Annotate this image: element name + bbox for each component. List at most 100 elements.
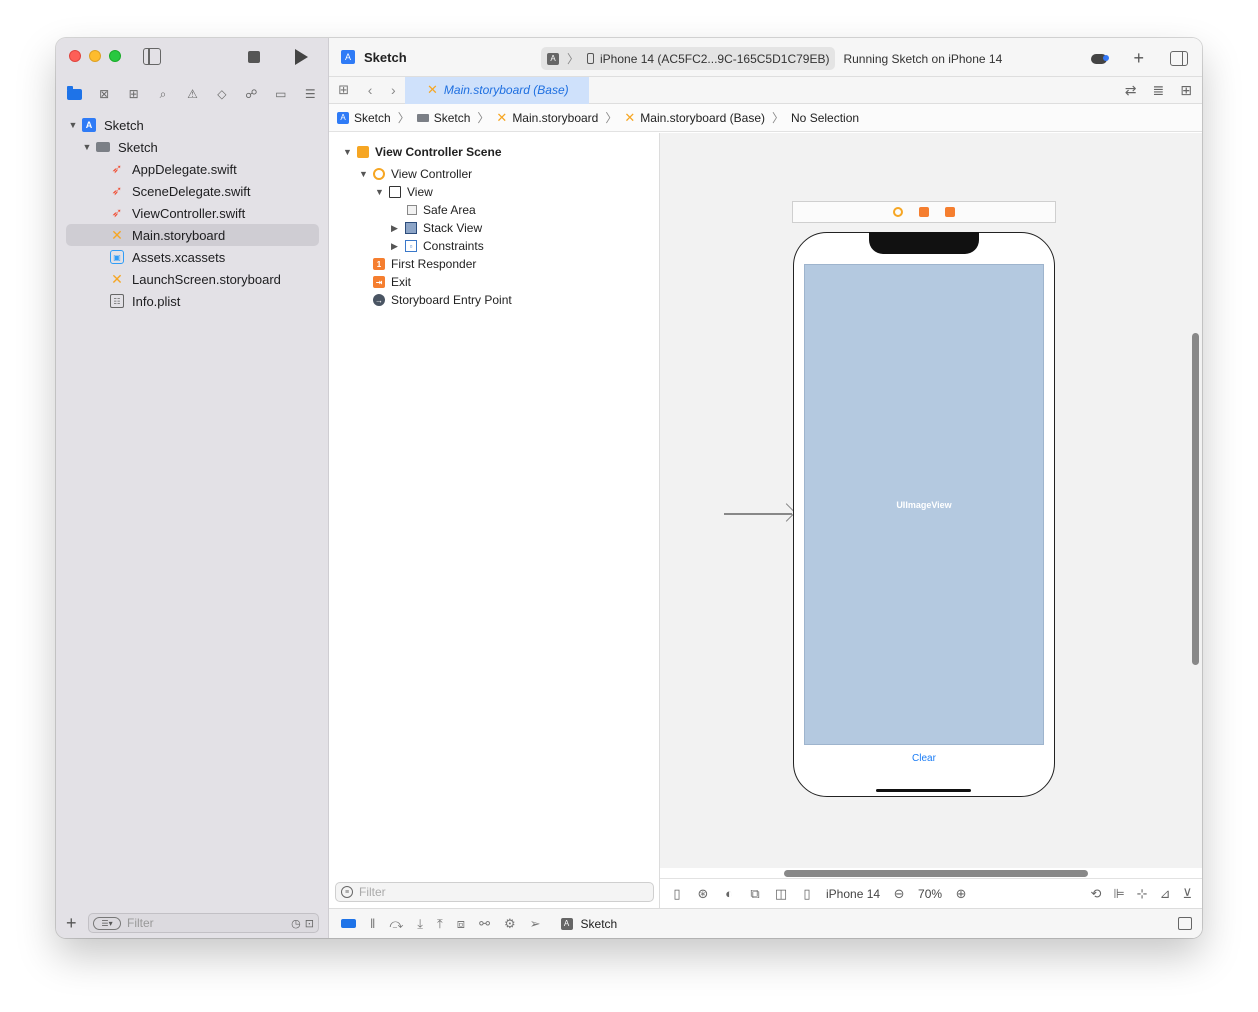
outline-label: View Controller (391, 167, 473, 181)
source-control-tab[interactable]: ⊠ (95, 86, 113, 102)
tree-item-file[interactable]: ☷ Info.plist (66, 290, 319, 312)
recent-files-icon[interactable]: ◷ (291, 917, 301, 930)
report-navigator-tab[interactable]: ☰ (301, 86, 319, 102)
cloud-status-icon[interactable] (1091, 53, 1110, 64)
view-controller-icon[interactable] (893, 207, 903, 217)
tree-item-file[interactable]: ✕ LaunchScreen.storyboard (66, 268, 319, 290)
first-responder-icon[interactable] (919, 207, 929, 217)
outline-item-first-responder[interactable]: 1 First Responder (373, 255, 476, 273)
chevron-down-icon[interactable]: ▼ (359, 169, 369, 179)
step-out-icon[interactable]: ⤒ (437, 916, 443, 932)
resolve-issues-icon[interactable]: ⊿ (1160, 886, 1171, 902)
chevron-right-icon[interactable]: ▶ (391, 223, 401, 234)
image-view-label: UIImageView (896, 499, 952, 510)
breadcrumb-item[interactable]: No Selection (791, 111, 859, 125)
image-view[interactable]: UIImageView (804, 264, 1044, 745)
related-items-icon[interactable]: ⊞ (338, 82, 349, 98)
breadcrumb-item[interactable]: A Sketch (337, 111, 391, 125)
step-into-icon[interactable]: ⤓ (417, 916, 423, 932)
outline-item-safe-area[interactable]: Safe Area (407, 201, 476, 219)
minimize-window-button[interactable] (89, 50, 101, 62)
close-window-button[interactable] (69, 50, 81, 62)
align-icon[interactable]: ⊫ (1113, 886, 1124, 902)
run-destination-label: iPhone 14 (AC5FC2...9C-165C5D1C79EB) (600, 51, 830, 66)
outline-item-stack-view[interactable]: ▶ Stack View (391, 219, 482, 237)
breadcrumb-item[interactable]: Sketch (416, 111, 470, 125)
clear-button[interactable]: Clear (794, 753, 1054, 764)
device-selector[interactable]: iPhone 14 (826, 887, 880, 901)
issue-navigator-tab[interactable]: ⚠ (183, 86, 201, 102)
debug-navigator-tab[interactable]: ☍ (242, 86, 260, 102)
outline-item-view-controller[interactable]: ▼ View Controller (359, 165, 472, 183)
test-navigator-tab[interactable]: ◇ (213, 86, 231, 102)
zoom-window-button[interactable] (109, 50, 121, 62)
tab-main-storyboard[interactable]: ✕ Main.storyboard (Base) (405, 76, 589, 104)
run-destination-button[interactable]: A 〉 iPhone 14 (AC5FC2...9C-165C5D1C79EB) (541, 47, 836, 70)
horizontal-scrollbar[interactable] (784, 870, 1088, 877)
chevron-down-icon[interactable]: ▼ (375, 187, 385, 197)
tree-item-file-selected[interactable]: ✕ Main.storyboard (66, 224, 319, 246)
breakpoint-navigator-tab[interactable]: ▭ (272, 86, 290, 102)
memory-graph-icon[interactable]: ⚯ (479, 916, 490, 932)
split-view-icon[interactable]: ◫ (774, 886, 788, 902)
orientation-icon[interactable]: ⧉ (748, 886, 762, 902)
outline-item-scene[interactable]: ▼ View Controller Scene (343, 143, 502, 161)
outline-filter-field[interactable]: ≡ Filter (335, 882, 654, 902)
outline-item-entry-point[interactable]: → Storyboard Entry Point (373, 291, 512, 309)
breakpoints-toggle-icon[interactable] (341, 919, 356, 928)
breadcrumb-item[interactable]: ✕ Main.storyboard (Base) (624, 110, 765, 126)
swap-icon[interactable]: ⇄ (1125, 82, 1137, 99)
breadcrumb-item[interactable]: ✕ Main.storyboard (496, 110, 598, 126)
split-editor-icon[interactable]: ⊞ (1180, 82, 1192, 99)
sidebar-toggle-icon[interactable] (143, 48, 161, 65)
storyboard-canvas[interactable]: UIImageView Clear (660, 133, 1202, 877)
tree-item-folder[interactable]: ▼ Sketch (66, 136, 319, 158)
filter-options-icon[interactable]: ☰▾ (93, 916, 121, 930)
tree-item-file[interactable]: ➶ AppDelegate.swift (66, 158, 319, 180)
debug-target[interactable]: A Sketch (560, 917, 617, 931)
tree-item-file[interactable]: ➶ ViewController.swift (66, 202, 319, 224)
outline-item-constraints[interactable]: ▶ ▫ Constraints (391, 237, 484, 255)
zoom-level[interactable]: 70% (918, 887, 942, 901)
update-frames-icon[interactable]: ⟲ (1090, 886, 1101, 902)
zoom-out-icon[interactable]: ⊖ (892, 886, 906, 902)
accessibility-icon[interactable]: ⊛ (696, 886, 710, 902)
chevron-down-icon[interactable]: ▼ (68, 120, 78, 130)
tree-item-project[interactable]: ▼ A Sketch (66, 114, 319, 136)
view-debugger-icon[interactable]: ⧈ (457, 916, 465, 932)
forward-icon[interactable]: › (391, 82, 396, 98)
navigator-filter-field[interactable]: ☰▾ Filter ◷ ⊡ (88, 913, 319, 933)
outline-item-view[interactable]: ▼ View (375, 183, 433, 201)
inspector-toggle-icon[interactable] (1170, 51, 1188, 66)
outline-item-exit[interactable]: ⇥ Exit (373, 273, 411, 291)
chevron-down-icon[interactable]: ▼ (82, 142, 92, 152)
add-library-icon[interactable]: + (1133, 48, 1144, 69)
back-icon[interactable]: ‹ (368, 82, 373, 98)
source-control-filter-icon[interactable]: ⊡ (305, 917, 314, 930)
appearance-icon[interactable]: ◐ (722, 886, 736, 901)
step-over-icon[interactable]: ⤼ (389, 916, 403, 932)
exit-icon[interactable] (945, 207, 955, 217)
chevron-right-icon[interactable]: ▶ (391, 241, 401, 252)
tree-item-file[interactable]: ▣ Assets.xcassets (66, 246, 319, 268)
pause-icon[interactable]: ‖ (370, 916, 375, 931)
environment-overrides-icon[interactable]: ⚙ (504, 916, 516, 932)
zoom-in-icon[interactable]: ⊕ (954, 886, 968, 902)
stop-icon[interactable] (248, 51, 260, 63)
symbol-navigator-tab[interactable]: ⊞ (125, 86, 143, 102)
add-constraints-icon[interactable]: ⊹ (1137, 886, 1148, 902)
console-toggle-icon[interactable] (1178, 917, 1192, 930)
editor-options-icon[interactable]: ≣ (1153, 82, 1165, 99)
add-icon[interactable]: + (66, 913, 80, 934)
project-navigator-tab[interactable] (66, 85, 84, 102)
tree-item-file[interactable]: ➶ SceneDelegate.swift (66, 180, 319, 202)
device-frame[interactable]: UIImageView Clear (793, 232, 1055, 797)
outline-toggle-icon[interactable]: ▯ (670, 886, 684, 902)
simulate-location-icon[interactable]: ➢ (530, 916, 541, 932)
find-navigator-tab[interactable]: ⌕ (154, 86, 172, 102)
run-icon[interactable] (295, 49, 308, 65)
chevron-down-icon[interactable]: ▼ (343, 147, 353, 157)
entry-point-arrow[interactable] (724, 513, 792, 515)
embed-in-icon[interactable]: ⊻ (1182, 886, 1192, 902)
vertical-scrollbar[interactable] (1192, 333, 1199, 665)
